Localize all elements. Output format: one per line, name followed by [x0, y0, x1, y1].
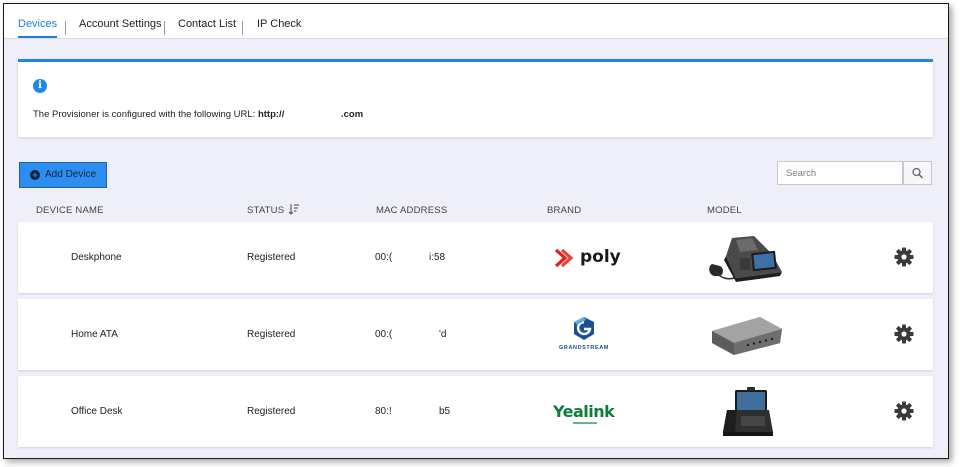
brand-logo-yealink: Yealink	[553, 402, 615, 424]
tab-devices[interactable]: Devices	[18, 4, 58, 38]
table-row[interactable]: Home ATA Registered 00:( 'd GRANDSTREAM	[18, 299, 933, 370]
device-name: Home ATA	[71, 329, 118, 340]
tab-account-settings[interactable]: Account Settings	[79, 4, 162, 38]
settings-gear-icon[interactable]	[894, 401, 914, 421]
mac-address-start: 00:(	[375, 329, 393, 340]
provisioner-url-suffix: .com	[340, 109, 364, 120]
column-header-model: MODEL	[707, 205, 742, 216]
provisioner-notice: i The Provisioner is configured with the…	[18, 59, 933, 137]
search-button[interactable]	[903, 161, 932, 185]
mac-address-end: b5	[439, 406, 451, 417]
brand-logo-grandstream: GRANDSTREAM	[552, 316, 616, 356]
brand-name: poly	[580, 247, 621, 267]
device-status: Registered	[247, 406, 296, 417]
mac-address-start: 80:!	[375, 406, 392, 417]
brand-logo-poly: poly	[552, 246, 632, 275]
mac-address-end: 'd	[439, 329, 447, 340]
brand-underline	[573, 422, 597, 424]
tab-divider	[242, 21, 243, 35]
device-status: Registered	[247, 252, 296, 263]
mac-address-start: 00:(	[375, 252, 393, 263]
add-device-label: Add Device	[45, 169, 97, 180]
tab-divider	[65, 21, 66, 35]
search-input[interactable]	[777, 161, 903, 185]
provisioner-url-prefix: http://	[257, 109, 285, 120]
tab-contact-list[interactable]: Contact List	[178, 4, 236, 38]
column-header-mac-address: MAC ADDRESS	[376, 205, 448, 216]
model-image-office-desk	[721, 386, 775, 445]
device-status: Registered	[247, 329, 296, 340]
notice-message: The Provisioner is configured with the f…	[33, 109, 256, 120]
plus-circle-icon: +	[30, 170, 40, 180]
tab-bar: Devices Account Settings Contact List IP…	[4, 4, 948, 39]
model-image-deskphone	[706, 232, 788, 287]
model-image-home-ata	[708, 313, 784, 362]
column-header-device-name: DEVICE NAME	[36, 205, 104, 216]
brand-name: GRANDSTREAM	[559, 345, 609, 351]
table-row[interactable]: Office Desk Registered 80:! b5 Yealink	[18, 376, 933, 447]
device-name: Deskphone	[71, 252, 122, 263]
info-icon: i	[33, 79, 47, 93]
app-frame: Devices Account Settings Contact List IP…	[3, 3, 949, 459]
search-icon	[912, 167, 923, 179]
settings-gear-icon[interactable]	[894, 247, 914, 267]
tab-ip-check[interactable]: IP Check	[257, 4, 301, 38]
sort-icon[interactable]	[288, 203, 300, 215]
device-name: Office Desk	[71, 406, 123, 417]
add-device-button[interactable]: + Add Device	[19, 162, 107, 188]
brand-name: Yealink	[553, 402, 615, 421]
settings-gear-icon[interactable]	[894, 324, 914, 344]
column-header-status[interactable]: STATUS	[247, 205, 284, 216]
notice-text: The Provisioner is configured with the f…	[33, 109, 363, 120]
mac-address-end: i:58	[429, 252, 446, 263]
column-header-brand: BRAND	[547, 205, 582, 216]
table-row[interactable]: Deskphone Registered 00:( i:58 poly	[18, 222, 933, 293]
tab-divider	[164, 21, 165, 35]
